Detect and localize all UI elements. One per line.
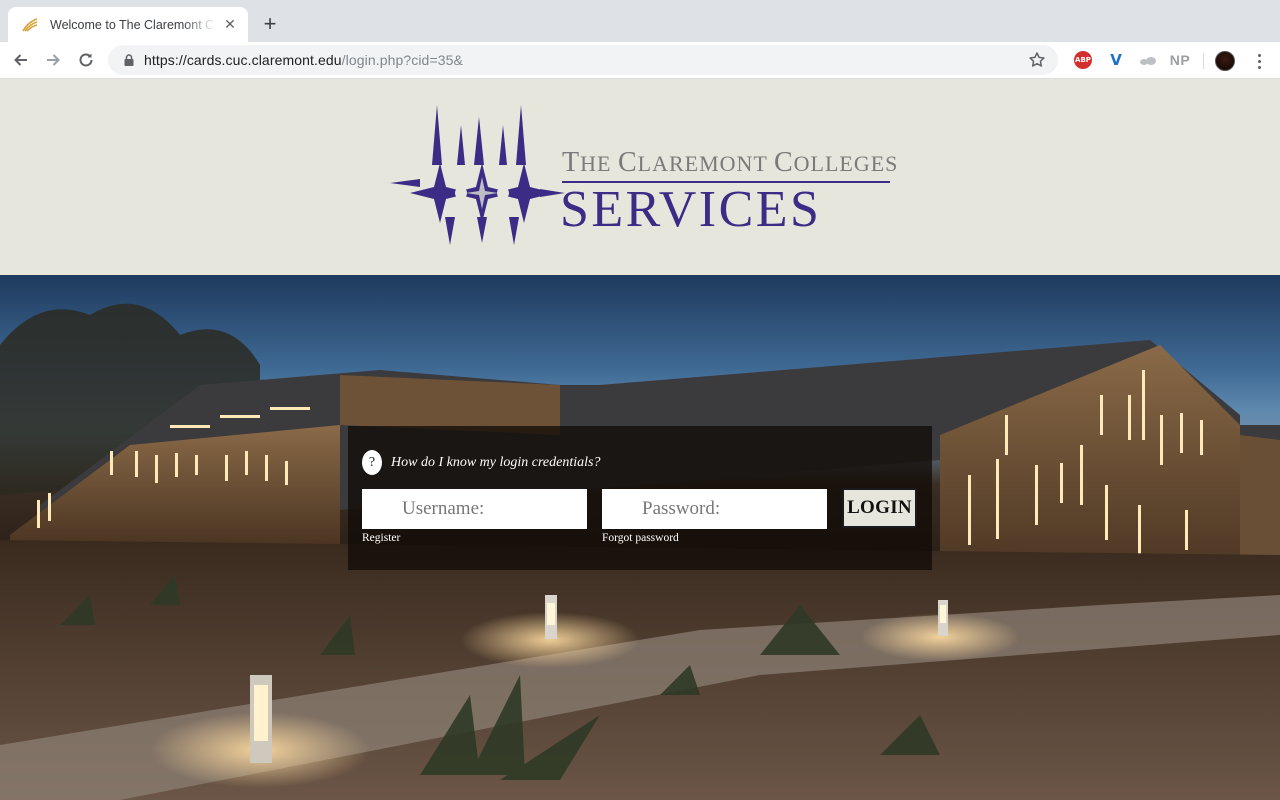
new-tab-button[interactable]: + — [258, 12, 282, 36]
close-tab-icon[interactable]: ✕ — [222, 16, 238, 33]
site-header: THE CLAREMONT COLLEGES SERVICES — [0, 79, 1280, 275]
forgot-password-link[interactable]: Forgot password — [602, 532, 679, 544]
credentials-help[interactable]: ? How do I know my login credentials? — [362, 450, 600, 475]
browser-tab-active[interactable]: Welcome to The Claremont Colleges Servic… — [8, 7, 248, 42]
toolbar-separator — [1203, 53, 1204, 69]
page-content: THE CLAREMONT COLLEGES SERVICES ? How do… — [0, 79, 1280, 800]
credentials-help-link[interactable]: How do I know my login credentials? — [391, 455, 600, 471]
logo-word-he: HE — [580, 151, 618, 176]
bookmark-star-icon[interactable] — [1028, 51, 1046, 69]
logo-letter-t: T — [562, 147, 581, 178]
password-input[interactable] — [602, 489, 827, 529]
np-extension-icon[interactable]: NP — [1168, 49, 1192, 71]
login-panel: ? How do I know my login credentials? LO… — [348, 426, 932, 570]
url-host: https://cards.cuc.claremont.edu — [144, 52, 342, 68]
profile-avatar-icon[interactable] — [1215, 51, 1235, 71]
browser-tab-strip: Welcome to The Claremont Colleges Servic… — [0, 0, 1280, 42]
tab-title: Welcome to The Claremont Colleges Servic… — [50, 17, 216, 32]
logo-letter-c2: C — [773, 147, 794, 178]
claremont-services-logo[interactable]: THE CLAREMONT COLLEGES SERVICES — [390, 105, 898, 245]
logo-word-laremont: LAREMONT — [637, 151, 774, 176]
logo-word-olleges: OLLEGES — [793, 151, 899, 176]
question-mark-icon[interactable]: ? — [362, 450, 382, 475]
login-button[interactable]: LOGIN — [842, 488, 917, 528]
logo-college-name: THE CLAREMONT COLLEGES — [562, 147, 898, 179]
logo-services-text: SERVICES — [560, 181, 822, 238]
logo-letter-c: C — [617, 147, 638, 178]
v-extension-icon[interactable]: V — [1105, 49, 1127, 71]
address-bar[interactable]: https://cards.cuc.claremont.edu/login.ph… — [108, 45, 1058, 75]
cloud-extension-icon[interactable] — [1136, 49, 1160, 71]
back-arrow-icon[interactable] — [8, 47, 34, 73]
forward-arrow-icon[interactable] — [40, 47, 66, 73]
browser-menu-icon[interactable] — [1249, 51, 1269, 71]
url-text: https://cards.cuc.claremont.edu/login.ph… — [144, 52, 1028, 68]
reload-icon[interactable] — [73, 47, 99, 73]
register-link[interactable]: Register — [362, 532, 400, 544]
url-path: /login.php?cid=35& — [341, 52, 463, 68]
star-emblem-icon — [390, 105, 565, 245]
adblock-extension-icon[interactable]: ABP — [1073, 49, 1093, 71]
username-input[interactable] — [362, 489, 587, 529]
abp-label: ABP — [1074, 51, 1092, 69]
browser-toolbar: https://cards.cuc.claremont.edu/login.ph… — [0, 42, 1280, 79]
lock-icon — [122, 53, 136, 67]
claremont-favicon-icon — [22, 17, 38, 33]
